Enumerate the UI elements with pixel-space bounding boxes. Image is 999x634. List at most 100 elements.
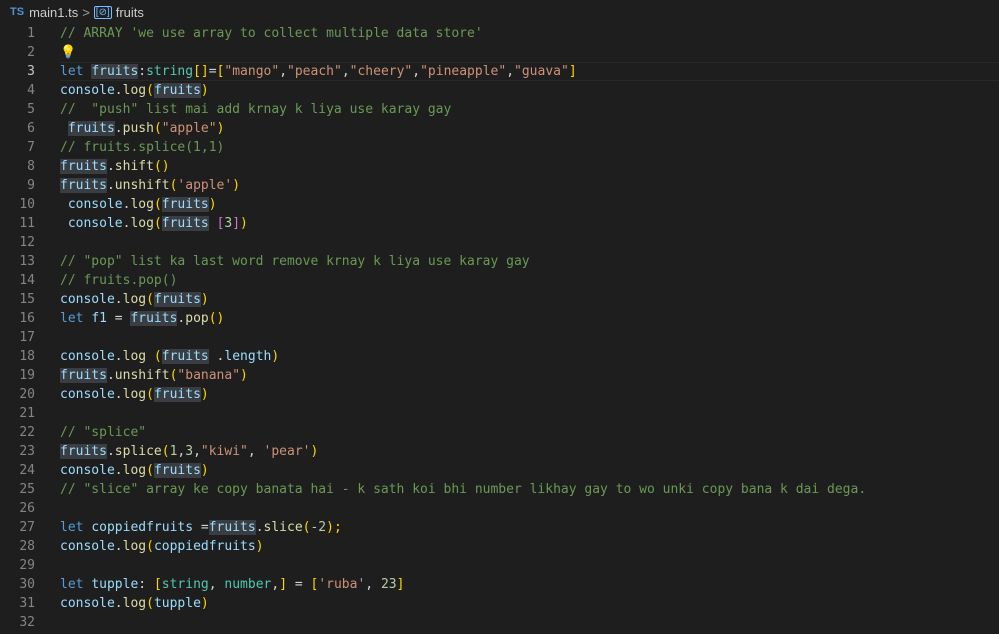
code-line[interactable]: 8 fruits.shift() — [0, 157, 999, 176]
punct: = — [193, 520, 209, 535]
bracket: ( — [146, 596, 154, 611]
line-number: 21 — [19, 406, 35, 421]
punct: . — [106, 178, 115, 193]
code-line[interactable]: 11 console.log(fruits [3]) — [0, 214, 999, 233]
code-line[interactable]: 31 console.log(tupple) — [0, 594, 999, 613]
lightbulb-icon[interactable]: 💡 — [60, 45, 76, 60]
punct: = — [287, 577, 311, 592]
line-number: 18 — [19, 349, 35, 364]
code-line[interactable]: 19 fruits.unshift("banana") — [0, 366, 999, 385]
code-line[interactable]: 2 💡 — [0, 43, 999, 62]
line-number: 19 — [19, 368, 35, 383]
line-number: 15 — [19, 292, 35, 307]
line-number: 24 — [19, 463, 35, 478]
code-line[interactable]: 15 console.log(fruits) — [0, 290, 999, 309]
code-line[interactable]: 29 — [0, 556, 999, 575]
bracket: ) — [271, 349, 280, 364]
function: slice — [263, 520, 303, 535]
identifier: fruits — [208, 520, 256, 535]
punct: = — [106, 311, 131, 326]
line-number: 31 — [19, 596, 35, 611]
type: string — [161, 577, 209, 592]
punct: , — [365, 577, 381, 592]
punct: , — [341, 64, 350, 79]
punct: . — [106, 444, 115, 459]
breadcrumb-symbol[interactable]: fruits — [116, 5, 144, 20]
comment: // fruits.splice(1,1) — [60, 140, 225, 155]
identifier: f1 — [91, 311, 107, 326]
code-line[interactable]: 9 fruits.unshift('apple') — [0, 176, 999, 195]
code-line[interactable]: 22 // "splice" — [0, 423, 999, 442]
punct: : — [138, 577, 154, 592]
bracket: ) — [240, 368, 248, 383]
identifier: console — [67, 197, 123, 212]
identifier: fruits — [161, 216, 209, 231]
code-line[interactable]: 27 let coppiedfruits =fruits.slice(-2); — [0, 518, 999, 537]
function: log — [130, 197, 154, 212]
line-number: 14 — [19, 273, 35, 288]
code-line[interactable]: 13 // "pop" list ka last word remove krn… — [0, 252, 999, 271]
bracket: ) — [310, 444, 319, 459]
code-line[interactable]: 28 console.log(coppiedfruits) — [0, 537, 999, 556]
string: "banana" — [177, 368, 241, 383]
identifier: fruits — [153, 292, 201, 307]
code-line[interactable]: 12 — [0, 233, 999, 252]
identifier: uits — [106, 64, 139, 79]
bracket: ( — [146, 349, 162, 364]
number: 3 — [185, 444, 194, 459]
bracket: ] — [568, 64, 577, 79]
bracket: ) — [208, 197, 217, 212]
code-line[interactable]: 4 console.log(fruits) — [0, 81, 999, 100]
line-number: 13 — [19, 254, 35, 269]
bracket: ] — [396, 577, 405, 592]
bracket: ( — [161, 444, 170, 459]
line-number: 9 — [27, 178, 35, 193]
breadcrumb-file[interactable]: main1.ts — [29, 5, 78, 20]
line-number: 17 — [19, 330, 35, 345]
code-line[interactable]: 26 — [0, 499, 999, 518]
code-line[interactable]: 10 console.log(fruits) — [0, 195, 999, 214]
code-line[interactable]: 18 console.log (fruits .length) — [0, 347, 999, 366]
code-line[interactable]: 7 // fruits.splice(1,1) — [0, 138, 999, 157]
code-line[interactable]: 32 — [0, 613, 999, 632]
code-line[interactable]: 24 console.log(fruits) — [0, 461, 999, 480]
bracket: ) — [232, 178, 241, 193]
function: push — [122, 121, 154, 136]
code-line[interactable]: 16 let f1 = fruits.pop() — [0, 309, 999, 328]
line-number: 8 — [27, 159, 35, 174]
bracket: ) — [200, 83, 209, 98]
string: "kiwi" — [200, 444, 248, 459]
punct: : — [138, 64, 147, 79]
line-number: 32 — [19, 615, 35, 630]
code-line[interactable]: 14 // fruits.pop() — [0, 271, 999, 290]
code-line[interactable]: 20 console.log(fruits) — [0, 385, 999, 404]
keyword: let — [60, 311, 84, 326]
line-number: 7 — [27, 140, 35, 155]
code-line[interactable]: 17 — [0, 328, 999, 347]
string: "guava" — [514, 64, 569, 79]
function: unshift — [114, 178, 170, 193]
string: 'apple' — [177, 178, 233, 193]
identifier: console — [60, 292, 115, 307]
chevron-right-icon: > — [82, 4, 90, 20]
code-line-current[interactable]: 3 let fruits:string[]=["mango","peach","… — [0, 62, 999, 81]
code-line[interactable]: 21 — [0, 404, 999, 423]
function: pop — [185, 311, 209, 326]
code-line[interactable]: 5 // "push" list mai add krnay k liya us… — [0, 100, 999, 119]
punct: , — [279, 64, 288, 79]
identifier: console — [60, 596, 115, 611]
punct: , — [412, 64, 421, 79]
bracket: ( — [146, 292, 154, 307]
code-editor[interactable]: 1 // ARRAY 'we use array to collect mult… — [0, 24, 999, 632]
code-line[interactable]: 25 // "slice" array ke copy banata hai -… — [0, 480, 999, 499]
bracket: [ — [153, 577, 162, 592]
comment: // ARRAY 'we use array to collect multip… — [60, 26, 483, 41]
bracket: ( — [153, 121, 162, 136]
code-line[interactable]: 6 fruits.push("apple") — [0, 119, 999, 138]
code-line[interactable]: 30 let tupple: [string, number,] = ['rub… — [0, 575, 999, 594]
code-line[interactable]: 1 // ARRAY 'we use array to collect mult… — [0, 24, 999, 43]
function: log — [122, 349, 147, 364]
punct: . — [114, 387, 123, 402]
code-line[interactable]: 23 fruits.splice(1,3,"kiwi", 'pear') — [0, 442, 999, 461]
identifier: console — [60, 349, 115, 364]
